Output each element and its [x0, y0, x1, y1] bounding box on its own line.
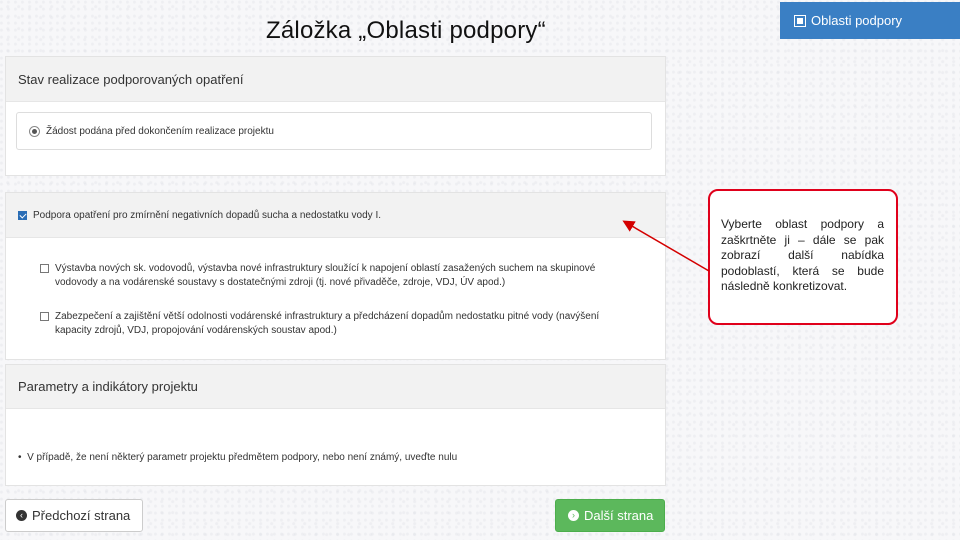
- callout-arrow: [622, 220, 710, 272]
